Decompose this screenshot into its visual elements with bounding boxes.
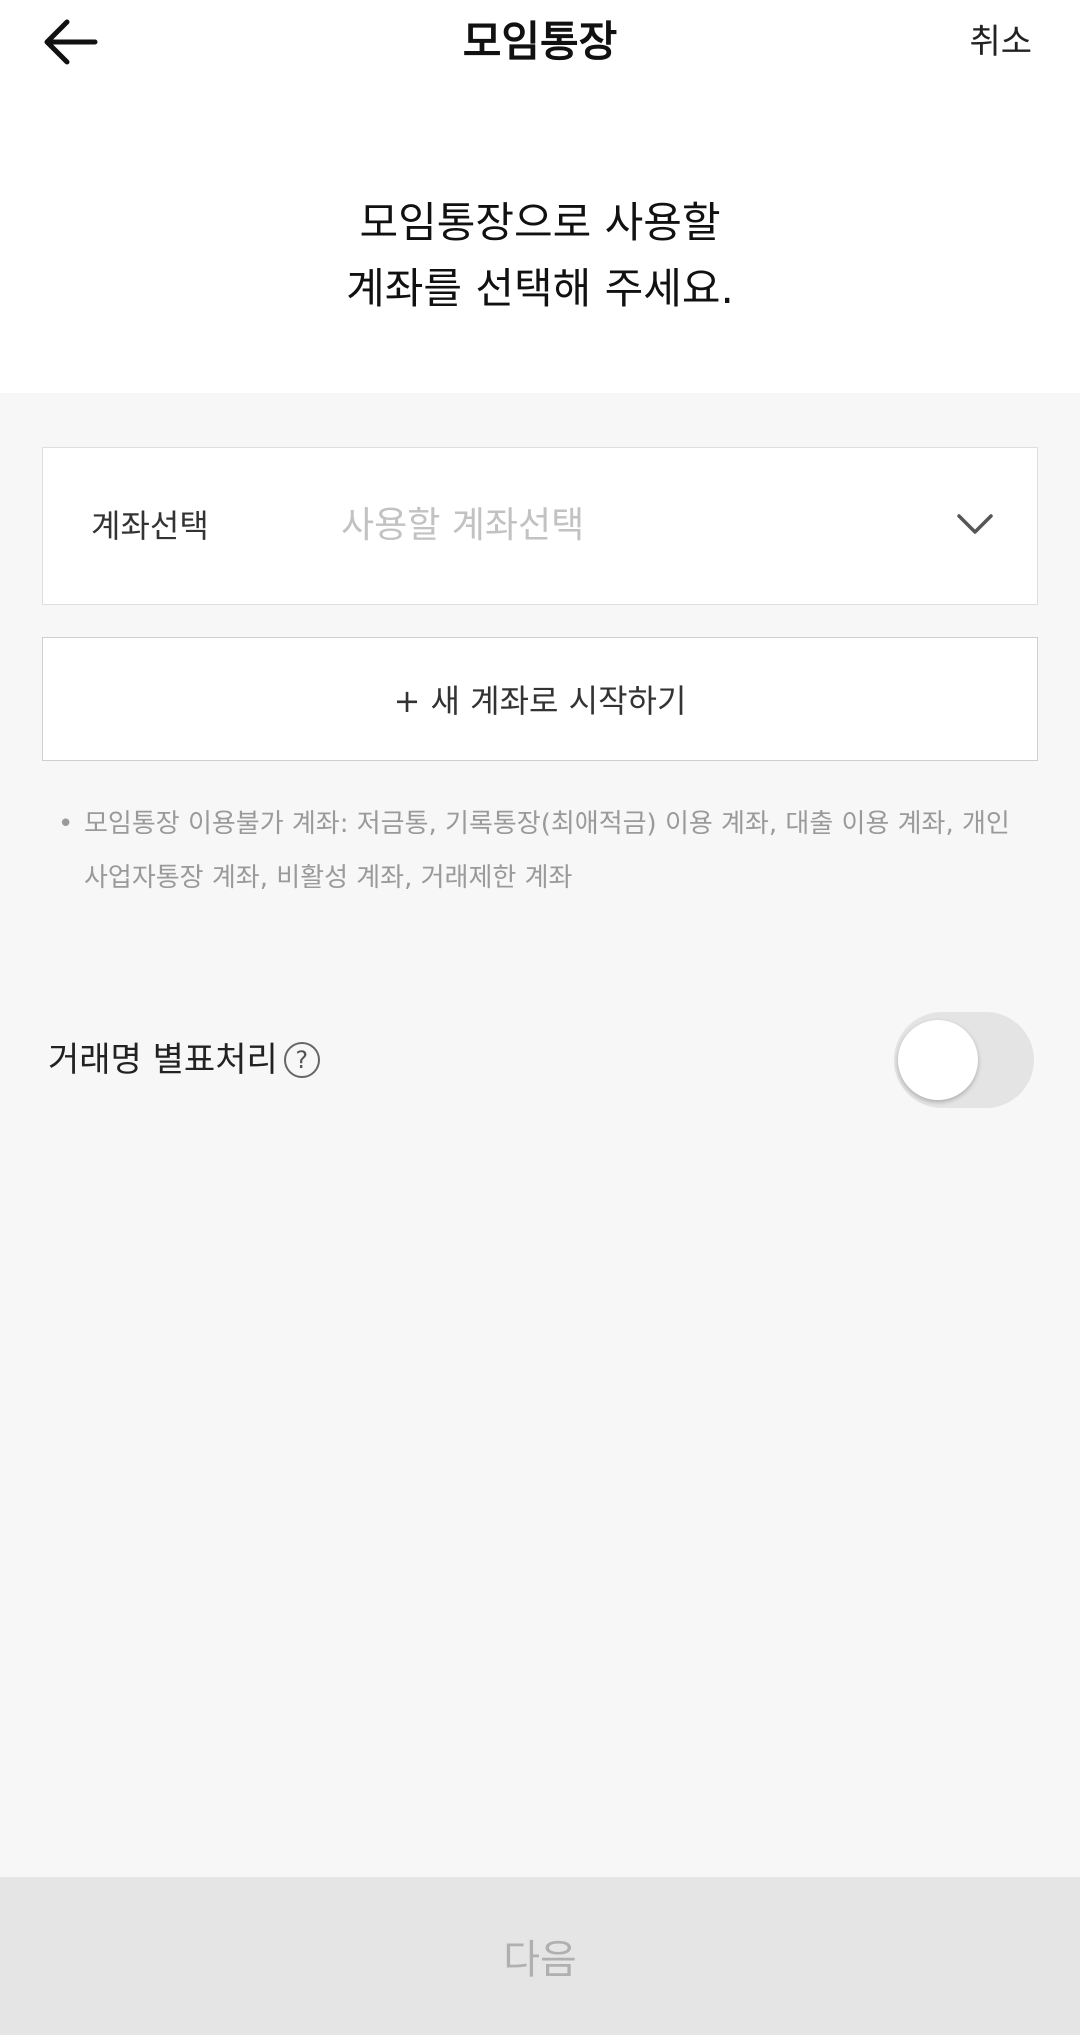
arrow-left-icon	[44, 19, 98, 65]
account-select-placeholder: 사용할 계좌선택	[341, 505, 585, 546]
main-content: 계좌선택 사용할 계좌선택 + 새 계좌로 시작하기 • 모임통장 이용불가 계…	[0, 393, 1080, 905]
headline-line-2: 계좌를 선택해 주세요.	[346, 264, 734, 313]
headline-line-1: 모임통장으로 사용할	[359, 198, 721, 247]
alias-toggle-row: 거래명 별표처리 ?	[48, 1012, 1034, 1108]
notice-text: 모임통장 이용불가 계좌: 저금통, 기록통장(최애적금) 이용 계좌, 대출 …	[84, 809, 1010, 893]
app-header: 모임통장 취소	[0, 0, 1080, 84]
account-select-dropdown[interactable]: 계좌선택 사용할 계좌선택	[42, 447, 1038, 605]
help-icon[interactable]: ?	[283, 1042, 320, 1078]
cancel-button[interactable]: 취소	[969, 14, 1032, 70]
alias-toggle-label: 거래명 별표처리	[48, 1040, 278, 1080]
notice-bullet: •	[58, 809, 74, 839]
headline: 모임통장으로 사용할 계좌를 선택해 주세요.	[0, 190, 1080, 322]
account-select-label: 계좌선택	[91, 507, 209, 545]
page-title: 모임통장	[462, 17, 618, 66]
top-section: 모임통장 취소 모임통장으로 사용할 계좌를 선택해 주세요.	[0, 0, 1080, 393]
toggle-knob	[898, 1020, 978, 1100]
alias-toggle-switch[interactable]	[894, 1012, 1034, 1108]
new-account-button[interactable]: + 새 계좌로 시작하기	[42, 637, 1038, 761]
app-screen: 모임통장 취소 모임통장으로 사용할 계좌를 선택해 주세요. 계좌선택 사용할…	[0, 0, 1080, 2035]
chevron-down-icon	[957, 514, 993, 534]
alias-toggle-label-group: 거래명 별표처리 ?	[48, 1012, 320, 1108]
next-button[interactable]: 다음	[0, 1877, 1080, 2035]
unavailable-accounts-notice: • 모임통장 이용불가 계좌: 저금통, 기록통장(최애적금) 이용 계좌, 대…	[42, 797, 1038, 905]
back-button[interactable]	[40, 14, 102, 70]
